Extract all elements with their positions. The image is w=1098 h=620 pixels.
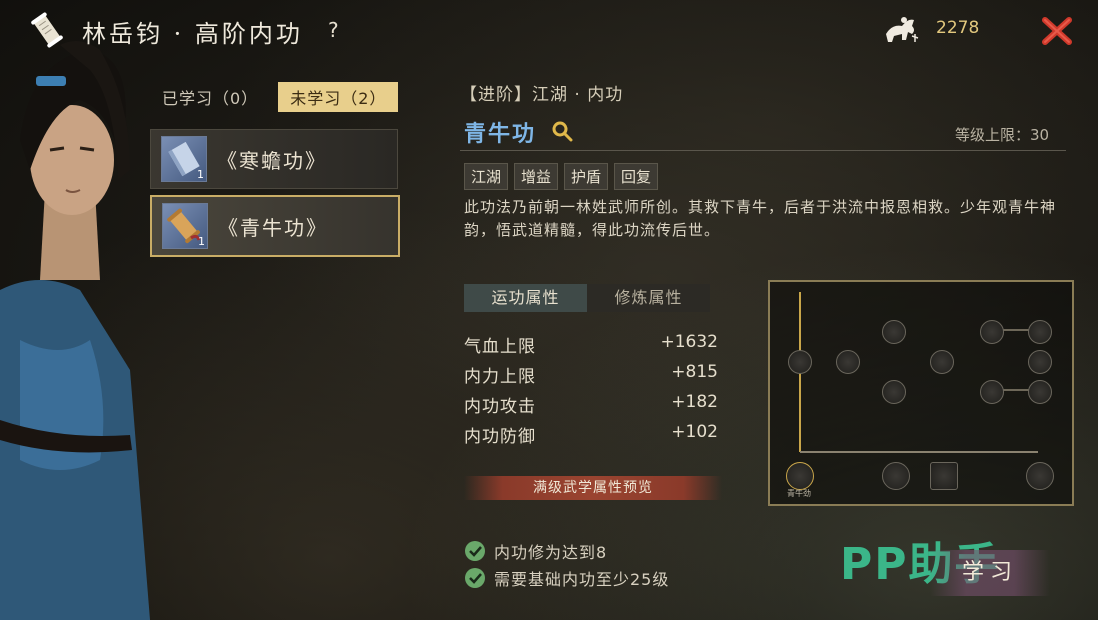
skill-node-icon[interactable] (1028, 380, 1052, 404)
currency-amount: 2278 (936, 18, 980, 38)
book-icon: 1 (161, 136, 207, 182)
help-button[interactable]: ? (328, 18, 339, 42)
skill-tree: 青牛劲 (768, 280, 1074, 506)
attribute-row: 气血上限 +1632 (464, 332, 718, 362)
list-item-skill[interactable]: 1 《寒蟾功》 (150, 129, 398, 189)
close-icon[interactable] (1040, 14, 1074, 48)
character-portrait (0, 41, 150, 620)
attribute-list: 气血上限 +1632 内力上限 +815 内功攻击 +182 内功防御 +102 (464, 332, 718, 452)
attribute-value: +102 (671, 422, 718, 442)
skill-node-icon[interactable] (882, 462, 910, 490)
tag: 江湖 (464, 163, 509, 190)
learn-status-tabs: 已学习（0） 未学习（2） (150, 82, 399, 112)
tab-not-learned[interactable]: 未学习（2） (278, 82, 399, 112)
skill-node-icon[interactable] (930, 350, 954, 374)
horse-rider-icon (886, 17, 919, 42)
skill-tags: 江湖 增益 护盾 回复 (464, 163, 659, 190)
skill-node-icon[interactable] (882, 380, 906, 404)
attribute-value: +1632 (660, 332, 718, 352)
level-cap: 等级上限：30 (955, 126, 1050, 144)
skill-node-icon[interactable] (1028, 320, 1052, 344)
skill-title: 青牛功 (464, 121, 537, 147)
page-title: 林岳钧 · 高阶内功 (82, 20, 303, 48)
skill-node-icon[interactable] (1028, 350, 1052, 374)
scroll-item-icon: 1 (162, 203, 208, 249)
requirement-row: 内功修为达到8 (464, 539, 607, 563)
search-icon[interactable] (551, 120, 573, 142)
attribute-label: 内功攻击 (464, 397, 536, 417)
learn-button[interactable]: 学习 (930, 550, 1050, 596)
requirement-row: 需要基础内功至少25级 (464, 566, 669, 590)
item-quantity: 1 (197, 168, 204, 181)
skill-node-icon[interactable] (882, 320, 906, 344)
list-item-skill-selected[interactable]: 1 《青牛功》 (150, 195, 400, 257)
attribute-value: +815 (671, 362, 718, 382)
skill-node-icon[interactable] (786, 462, 814, 490)
header: 林岳钧 · 高阶内功 ? 2278 (0, 0, 1098, 62)
skill-name: 《青牛功》 (218, 215, 328, 240)
tab-learned[interactable]: 已学习（0） (150, 82, 270, 112)
skill-node-icon[interactable] (1026, 462, 1054, 490)
divider (460, 150, 1066, 151)
tab-cultivation-attributes[interactable]: 运功属性 (464, 284, 587, 312)
attribute-value: +182 (671, 392, 718, 412)
tag: 护盾 (564, 163, 609, 190)
tag: 增益 (514, 163, 559, 190)
skill-node-icon[interactable] (788, 350, 812, 374)
skill-node-label: 青牛劲 (787, 489, 811, 498)
check-icon (465, 541, 485, 561)
attribute-tabs: 运功属性 修炼属性 (464, 284, 710, 312)
attribute-label: 内功防御 (464, 427, 536, 447)
skill-name: 《寒蟾功》 (217, 148, 327, 173)
skill-node-icon[interactable] (836, 350, 860, 374)
max-level-preview-button[interactable]: 满级武学属性预览 (464, 476, 722, 500)
tab-training-attributes[interactable]: 修炼属性 (587, 284, 710, 312)
attribute-row: 内力上限 +815 (464, 362, 718, 392)
skill-node-icon[interactable] (980, 380, 1004, 404)
check-icon (465, 568, 485, 588)
skill-description: 此功法乃前朝一林姓武师所创。其救下青牛，后者于洪流中报恩相救。少年观青牛神韵，悟… (464, 198, 1057, 239)
attribute-row: 内功防御 +102 (464, 422, 718, 452)
skill-node-icon[interactable] (980, 320, 1004, 344)
attribute-label: 气血上限 (464, 337, 536, 357)
scroll-icon (31, 12, 63, 48)
item-quantity: 1 (198, 235, 205, 248)
skill-category: 【进阶】江湖 · 内功 (460, 85, 624, 105)
skill-node-icon[interactable] (930, 462, 958, 490)
attribute-row: 内功攻击 +182 (464, 392, 718, 422)
requirement-text: 需要基础内功至少25级 (494, 570, 670, 589)
attribute-label: 内力上限 (464, 367, 536, 387)
tag: 回复 (614, 163, 659, 190)
requirement-text: 内功修为达到8 (494, 543, 608, 562)
